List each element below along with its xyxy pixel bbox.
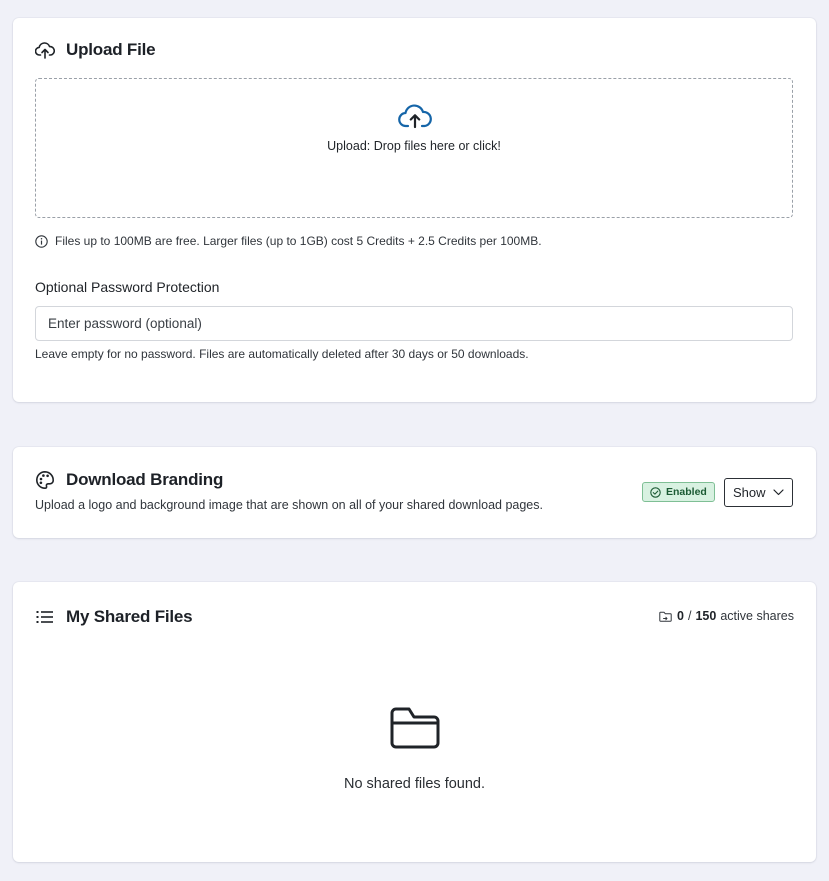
cloud-upload-icon — [398, 103, 432, 131]
check-circle-icon — [650, 486, 661, 498]
dropzone-label: Upload: Drop files here or click! — [327, 139, 501, 153]
upload-file-title: Upload File — [35, 40, 156, 60]
download-branding-title: Download Branding — [35, 470, 223, 490]
shared-files-title: My Shared Files — [35, 607, 193, 627]
folder-icon — [388, 706, 442, 750]
shared-files-title-text: My Shared Files — [66, 607, 193, 626]
count-suffix: active shares — [720, 609, 794, 623]
count-separator: / — [688, 609, 692, 623]
list-icon — [35, 607, 55, 627]
upload-file-card: Upload File Upload: Drop files here or c… — [13, 18, 816, 402]
status-badge-text: Enabled — [666, 486, 707, 498]
download-branding-title-text: Download Branding — [66, 470, 224, 489]
empty-state-message: No shared files found. — [343, 776, 486, 792]
folder-share-icon — [659, 611, 672, 622]
upload-info-text: Files up to 100MB are free. Larger files… — [55, 234, 542, 248]
file-dropzone[interactable]: Upload: Drop files here or click! — [35, 78, 793, 218]
password-label: Optional Password Protection — [35, 279, 220, 295]
cloud-upload-icon — [35, 40, 55, 60]
show-branding-label: Show — [733, 485, 766, 500]
chevron-down-icon — [773, 489, 784, 496]
password-input[interactable] — [35, 306, 793, 341]
palette-icon — [35, 470, 55, 490]
shared-files-card: My Shared Files 0 / 150 active shares No… — [13, 582, 816, 862]
password-help-text: Leave empty for no password. Files are a… — [35, 347, 529, 361]
status-badge: Enabled — [642, 482, 715, 502]
download-branding-card: Download Branding Upload a logo and back… — [13, 447, 816, 538]
upload-file-title-text: Upload File — [66, 40, 156, 59]
active-shares-count: 0 / 150 active shares — [659, 609, 794, 623]
active-count: 0 — [677, 609, 684, 623]
info-icon — [35, 234, 48, 248]
show-branding-dropdown[interactable]: Show — [724, 478, 793, 507]
branding-description: Upload a logo and background image that … — [35, 498, 543, 512]
max-count: 150 — [695, 609, 717, 623]
upload-info: Files up to 100MB are free. Larger files… — [35, 234, 542, 248]
